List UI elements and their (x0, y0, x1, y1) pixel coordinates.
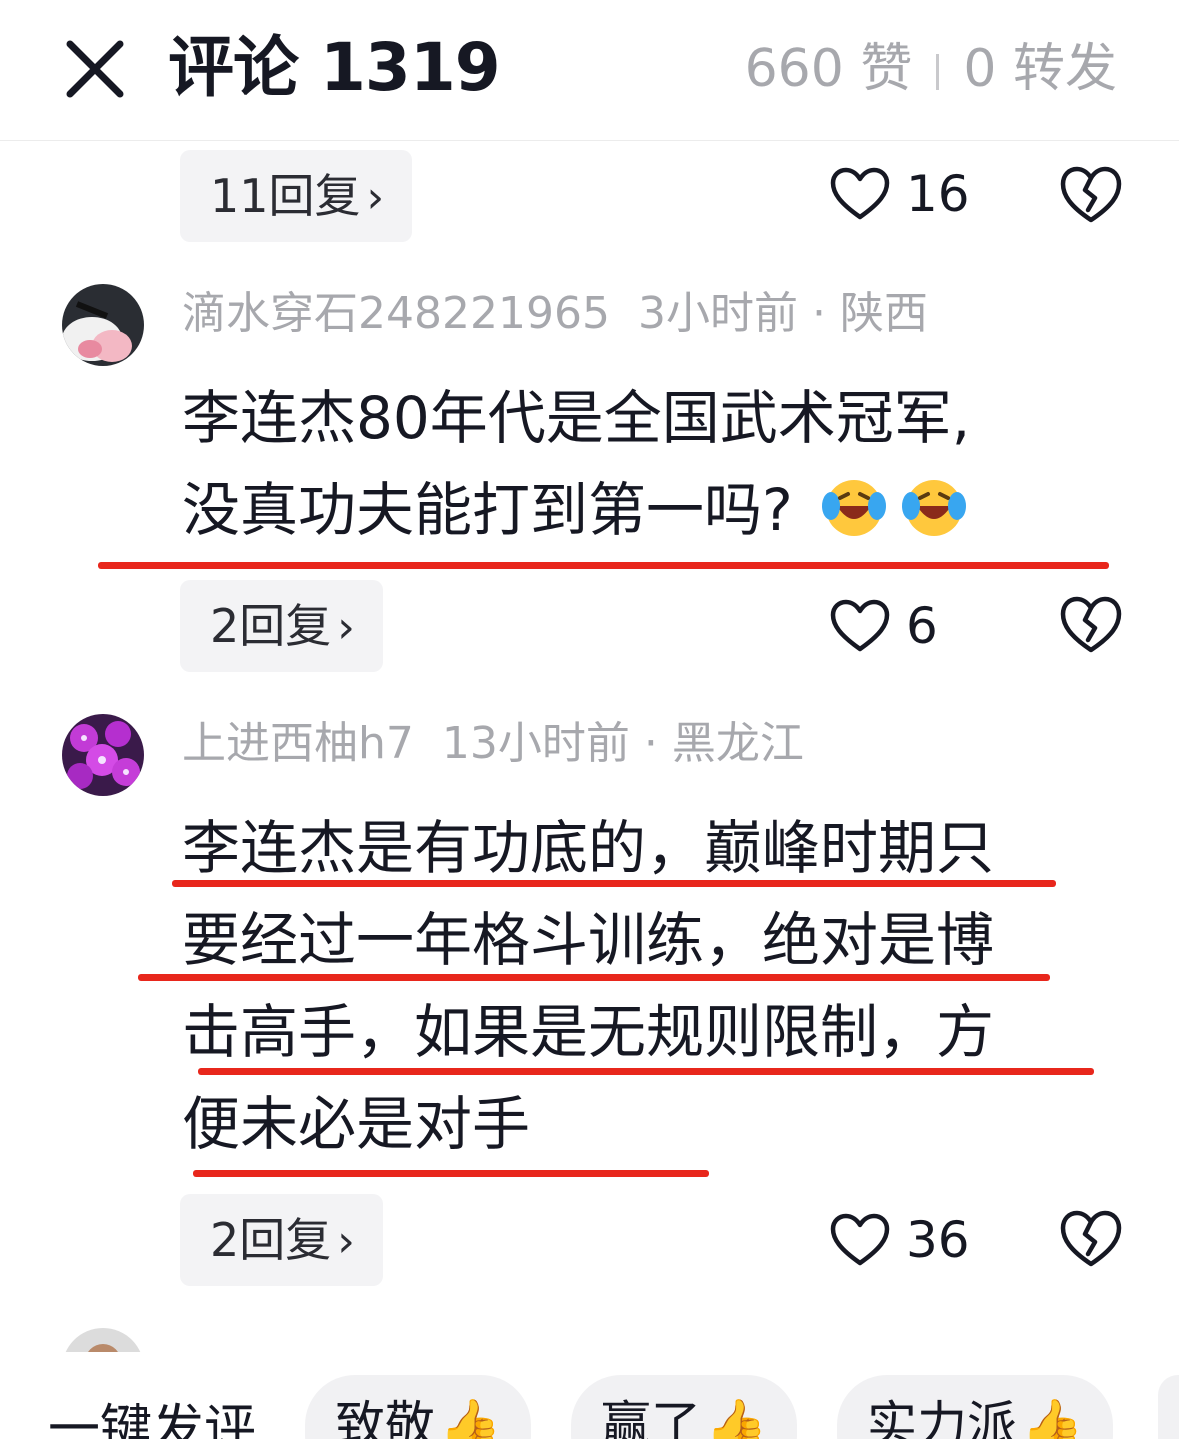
like-button[interactable]: 16 (830, 162, 970, 226)
thumbs-up-icon: 👍 (439, 1396, 502, 1439)
avatar-image (62, 714, 144, 796)
comment-text: 李连杰是有功底的，巅峰时期只 要经过一年格斗训练，绝对是博 击高手，如果是无规则… (182, 802, 1082, 1170)
comment-line: 李连杰80年代是全国武术冠军, (182, 384, 971, 452)
likes-count: 660 赞 (744, 39, 913, 99)
close-icon (66, 40, 124, 98)
dislike-button[interactable] (1060, 596, 1122, 654)
broken-heart-icon (1060, 166, 1122, 223)
thumbs-up-icon: 👍 (1021, 1396, 1084, 1439)
quick-chip[interactable]: 致敬👍 (305, 1375, 532, 1439)
laugh-cry-emoji-icon (902, 480, 967, 536)
comment-line: 击高手，如果是无规则限制，方 (182, 998, 995, 1066)
like-button[interactable]: 6 (830, 594, 938, 658)
comment-line: 要经过一年格斗训练，绝对是博 (182, 906, 995, 974)
replies-label: 2回复 (210, 599, 332, 653)
red-underline (138, 974, 1050, 981)
comment-meta: 滴水穿石248221965 3小时前 · 陕西 (182, 284, 928, 344)
broken-heart-icon (1060, 596, 1122, 653)
red-underline (193, 1170, 709, 1177)
timestamp: 13小时前 (441, 718, 630, 769)
red-underline (198, 1068, 1094, 1075)
dislike-button[interactable] (1060, 166, 1122, 224)
comment-meta: 上进西柚h7 13小时前 · 黑龙江 (182, 714, 804, 774)
dislike-button[interactable] (1060, 1210, 1122, 1268)
quick-comment-label: 一键发评 (48, 1400, 257, 1439)
quick-chip[interactable]: 实力派👍 (837, 1375, 1114, 1439)
shares-count: 0 转发 (963, 39, 1117, 99)
region: 陕西 (839, 288, 928, 339)
red-underline (172, 880, 1056, 887)
heart-outline-icon (830, 1213, 890, 1266)
avatar[interactable] (62, 284, 144, 366)
quick-comment-bar: 一键发评 致敬👍 赢了👍 实力派👍 (0, 1375, 1179, 1439)
heart-outline-icon (830, 167, 890, 220)
chip-label: 致敬 (335, 1396, 435, 1439)
comment-line: 便未必是对手 (182, 1090, 531, 1158)
broken-heart-icon (1060, 1210, 1122, 1267)
avatar-image (62, 284, 144, 366)
chip-label: 赢了 (601, 1396, 701, 1439)
comment-line-with-emoji: 没真功夫能打到第一吗? (182, 464, 1082, 556)
red-underline (98, 562, 1109, 569)
comments-header: 评论 1319 660 赞 0 转发 (0, 0, 1179, 141)
separator-dot: · (811, 288, 826, 339)
region: 黑龙江 (671, 718, 804, 769)
username[interactable]: 上进西柚h7 (182, 718, 414, 769)
timestamp: 3小时前 (637, 288, 798, 339)
thumbs-up-icon: 👍 (705, 1396, 768, 1439)
chevron-right-icon: › (337, 602, 355, 653)
comment-line: 没真功夫能打到第一吗? (182, 476, 793, 544)
replies-label: 11回复 (210, 169, 361, 223)
view-replies-button[interactable]: 2回复 › (180, 1194, 383, 1286)
chevron-right-icon: › (366, 172, 385, 223)
chevron-right-icon: › (337, 1216, 355, 1267)
quick-chip-partial[interactable] (1158, 1375, 1179, 1439)
like-button[interactable]: 36 (830, 1208, 970, 1272)
like-count: 6 (906, 597, 938, 655)
close-button[interactable] (62, 36, 128, 102)
separator-dot: · (643, 718, 658, 769)
post-stats: 660 赞 0 转发 (745, 34, 1117, 104)
divider (936, 54, 940, 90)
chip-label: 实力派 (867, 1396, 1017, 1439)
like-count: 16 (906, 165, 970, 223)
heart-outline-icon (830, 599, 890, 652)
replies-label: 2回复 (210, 1213, 332, 1267)
like-count: 36 (906, 1211, 970, 1269)
view-replies-button[interactable]: 2回复 › (180, 580, 383, 672)
avatar[interactable] (62, 714, 144, 796)
comment-text: 李连杰80年代是全国武术冠军, 没真功夫能打到第一吗? (182, 372, 1082, 556)
view-replies-button[interactable]: 11回复 › (180, 150, 413, 242)
quick-chip[interactable]: 赢了👍 (571, 1375, 798, 1439)
username[interactable]: 滴水穿石248221965 (182, 288, 610, 339)
page-title: 评论 1319 (168, 29, 501, 106)
laugh-cry-emoji-icon (822, 480, 887, 536)
